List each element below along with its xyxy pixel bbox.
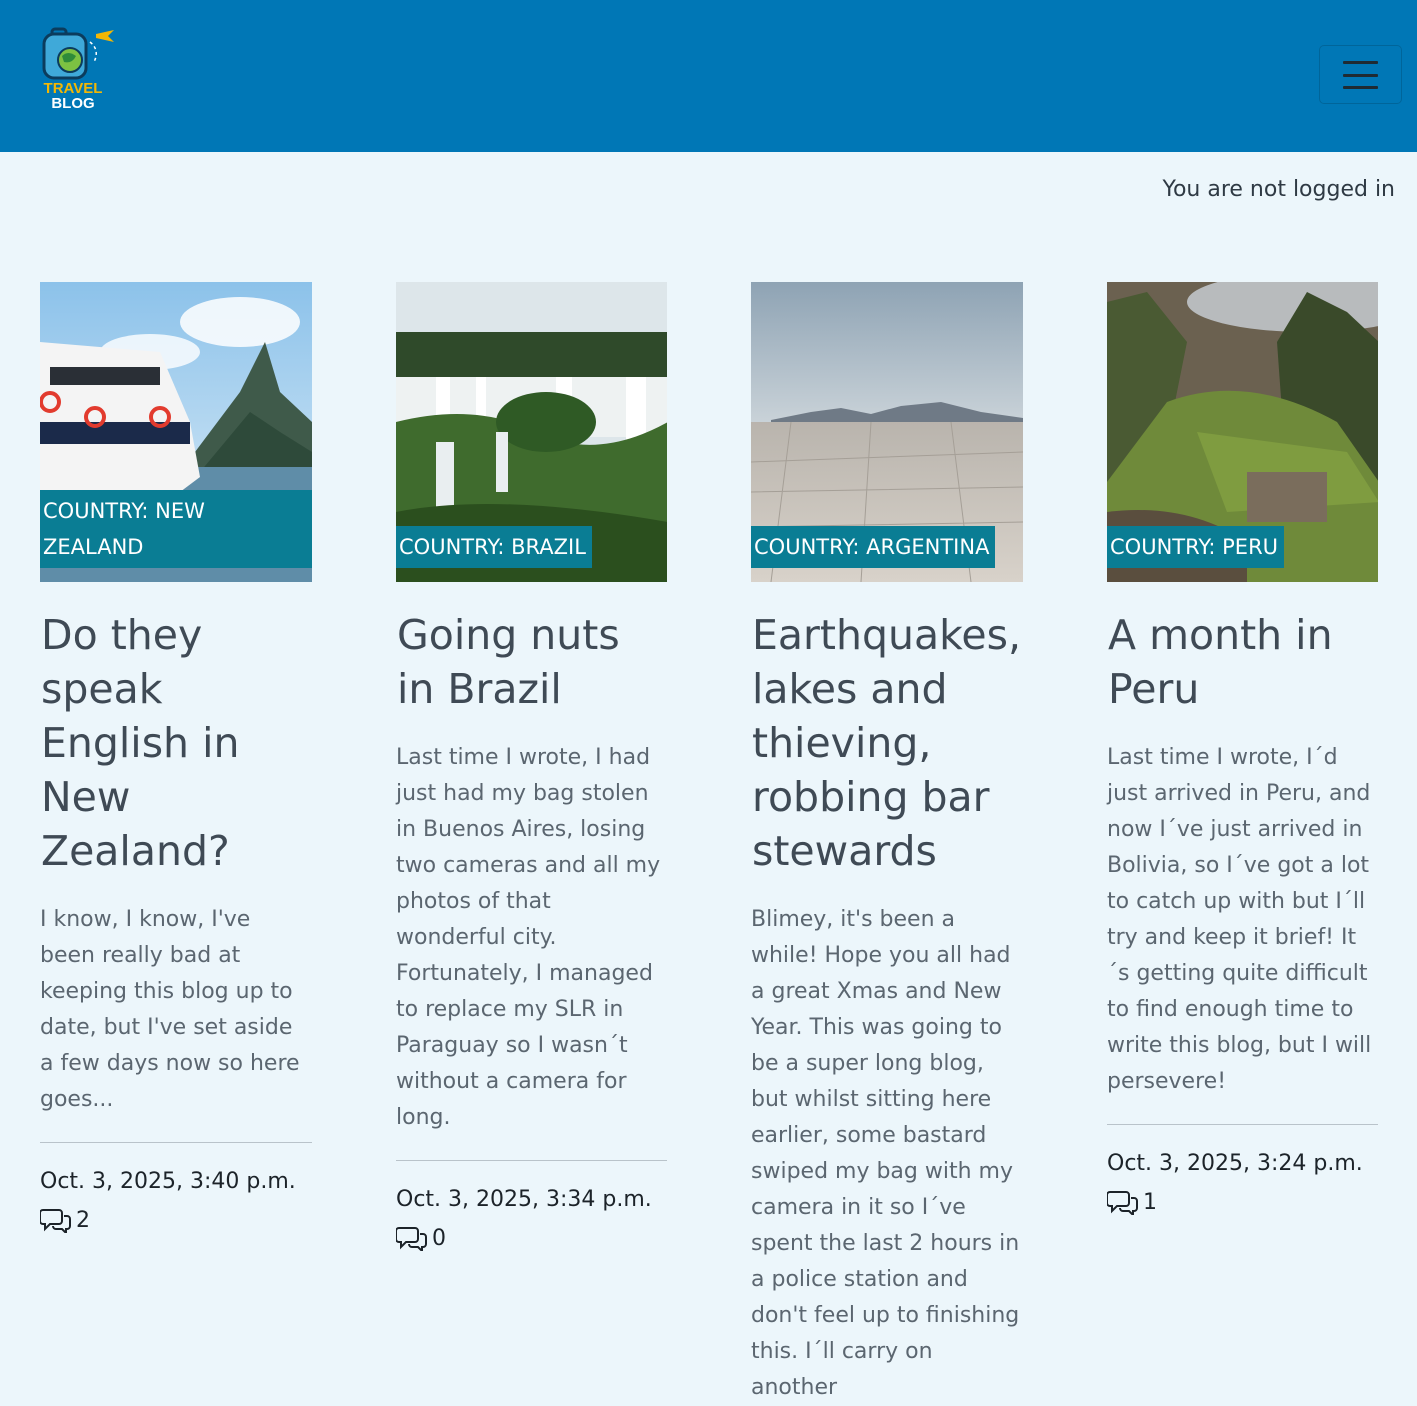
- comment-count-value: 1: [1143, 1189, 1157, 1215]
- post-image[interactable]: COUNTRY: NEW ZEALAND: [40, 282, 312, 582]
- post-image[interactable]: COUNTRY: BRAZIL: [396, 282, 667, 582]
- post-excerpt: Blimey, it's been a while! Hope you all …: [751, 907, 1020, 1400]
- post-date: Oct. 3, 2025, 3:24 p.m.: [1107, 1151, 1363, 1176]
- post-title[interactable]: Do they speak English in New Zealand?: [41, 608, 312, 878]
- post-excerpt: Last time I wrote, I´d just arrived in P…: [1107, 745, 1372, 1094]
- post-excerpt: I know, I know, I've been really bad at …: [40, 907, 300, 1112]
- post-title[interactable]: A month in Peru: [1108, 608, 1378, 716]
- comment-count: 2: [40, 1207, 312, 1233]
- post-excerpt: Last time I wrote, I had just had my bag…: [396, 745, 661, 1130]
- divider: [396, 1160, 667, 1161]
- brand-line-1: TRAVEL: [43, 80, 103, 97]
- country-badge: COUNTRY: PERU: [1107, 526, 1285, 568]
- post-date: Oct. 3, 2025, 3:34 p.m.: [396, 1187, 652, 1212]
- navbar-toggler-button[interactable]: [1319, 45, 1402, 104]
- post-image[interactable]: COUNTRY: PERU: [1107, 282, 1378, 582]
- hamburger-icon-bar: [1343, 86, 1378, 89]
- hamburger-icon: [1343, 61, 1378, 64]
- post-image[interactable]: COUNTRY: ARGENTINA: [751, 282, 1023, 582]
- brand-line-2: BLOG: [51, 95, 95, 112]
- comments-icon: [396, 1227, 427, 1251]
- divider: [40, 1142, 312, 1143]
- comment-count-value: 0: [432, 1225, 446, 1251]
- navbar: TRAVEL BLOG: [0, 0, 1417, 152]
- divider: [1107, 1124, 1378, 1125]
- travel-blog-logo[interactable]: TRAVEL BLOG: [38, 24, 118, 114]
- post-title[interactable]: Going nuts in Brazil: [397, 608, 667, 716]
- post-date: Oct. 3, 2025, 3:40 p.m.: [40, 1169, 296, 1194]
- login-status: You are not logged in: [1162, 177, 1395, 202]
- comment-count: 0: [396, 1225, 667, 1251]
- comment-count: 1: [1107, 1189, 1378, 1215]
- post-card: COUNTRY: NEW ZEALAND Do they speak Engli…: [40, 282, 312, 1233]
- country-badge: COUNTRY: NEW ZEALAND: [40, 490, 312, 568]
- comments-icon: [1107, 1191, 1138, 1215]
- comment-count-value: 2: [76, 1207, 90, 1233]
- post-card: COUNTRY: PERU A month in Peru Last time …: [1107, 282, 1378, 1215]
- hamburger-icon-bar: [1343, 74, 1378, 77]
- post-card: COUNTRY: BRAZIL Going nuts in Brazil Las…: [396, 282, 667, 1251]
- comments-icon: [40, 1209, 71, 1233]
- backpack-globe-icon: [42, 27, 114, 80]
- country-badge: COUNTRY: ARGENTINA: [751, 526, 996, 568]
- post-title[interactable]: Earthquakes, lakes and thieving, robbing…: [752, 608, 1023, 878]
- post-card: COUNTRY: ARGENTINA Earthquakes, lakes an…: [751, 282, 1023, 1406]
- country-badge: COUNTRY: BRAZIL: [396, 526, 592, 568]
